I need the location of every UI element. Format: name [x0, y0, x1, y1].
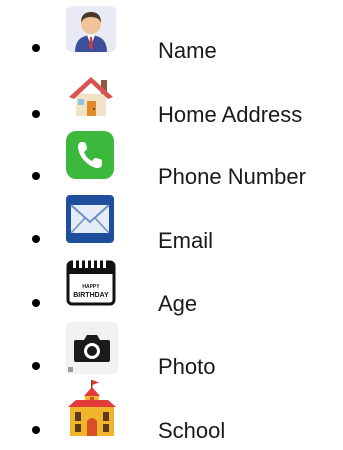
- list-item-phone-number: Phone Number: [0, 124, 343, 189]
- list-item-age: HAPPY BIRTHDAY Age: [0, 248, 343, 316]
- list-item-home-address: Home Address: [0, 62, 343, 127]
- list-item-photo: ·· Photo: [0, 310, 343, 379]
- phone-icon: [66, 131, 114, 184]
- svg-text:··: ··: [92, 326, 95, 331]
- birthday-calendar-icon: HAPPY BIRTHDAY: [66, 258, 116, 311]
- house-icon: [66, 74, 116, 121]
- item-label: School: [158, 418, 226, 443]
- calendar-text-birthday: BIRTHDAY: [73, 292, 109, 299]
- item-label: Name: [158, 38, 217, 63]
- bullet-dot: [32, 426, 40, 434]
- bullet-dot: [32, 299, 40, 307]
- bullet-dot: [32, 362, 40, 370]
- envelope-icon: [66, 195, 114, 248]
- list-item-email: Email: [0, 186, 343, 253]
- bullet-dot: [32, 172, 40, 180]
- bullet-dot: [32, 44, 40, 52]
- camera-icon: ··: [66, 322, 118, 379]
- school-building-icon: [66, 380, 118, 445]
- list-item-school: School: [0, 372, 343, 443]
- bullet-dot: [32, 235, 40, 243]
- person-avatar-icon: [66, 6, 116, 57]
- bullet-dot: [32, 110, 40, 118]
- bulleted-list: Name Home Address Phone Number Email HAP…: [0, 0, 343, 450]
- list-item-name: Name: [0, 0, 343, 63]
- calendar-text-happy: HAPPY: [82, 284, 100, 290]
